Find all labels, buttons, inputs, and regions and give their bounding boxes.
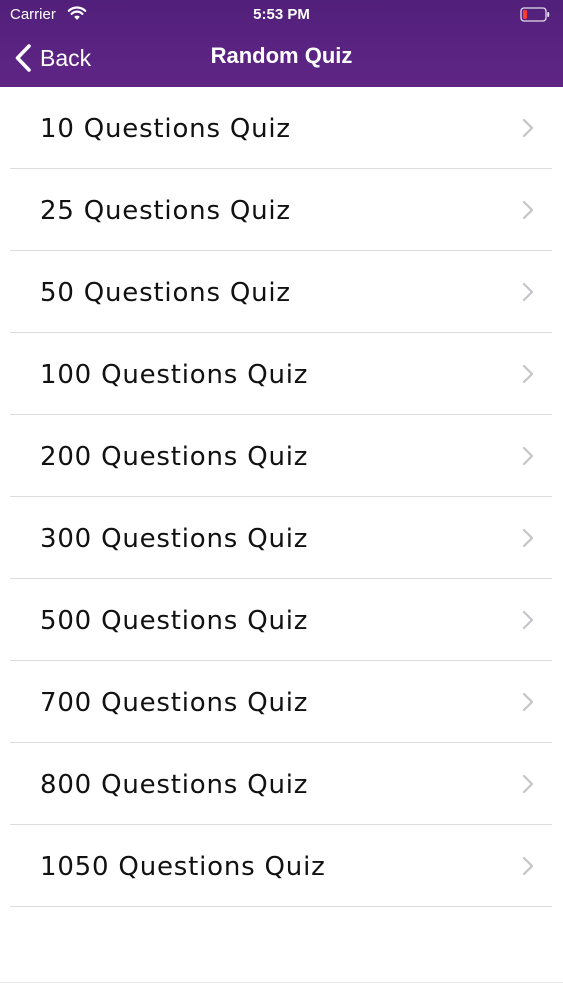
list-item-label: 100 Questions Quiz	[40, 360, 309, 390]
list-item-label: 1050 Questions Quiz	[40, 852, 326, 882]
chevron-right-icon	[522, 692, 534, 712]
list-item-label: 500 Questions Quiz	[40, 606, 309, 636]
status-bar: Carrier 5:53 PM	[0, 0, 563, 30]
page-title: Random Quiz	[210, 43, 353, 68]
chevron-right-icon	[522, 282, 534, 302]
list-item-label: 25 Questions Quiz	[40, 196, 291, 226]
list-item-50-questions[interactable]: 50 Questions Quiz	[10, 251, 552, 333]
list-item-label: 300 Questions Quiz	[40, 524, 309, 554]
battery-icon	[520, 7, 550, 22]
list-item-label: 50 Questions Quiz	[40, 278, 291, 308]
list-item-label: 800 Questions Quiz	[40, 770, 309, 800]
quiz-list: 10 Questions Quiz 25 Questions Quiz 50 Q…	[0, 87, 563, 907]
chevron-right-icon	[522, 200, 534, 220]
list-item-700-questions[interactable]: 700 Questions Quiz	[10, 661, 552, 743]
list-item-label: 200 Questions Quiz	[40, 442, 309, 472]
list-item-200-questions[interactable]: 200 Questions Quiz	[10, 415, 552, 497]
status-time: 5:53 PM	[253, 6, 310, 23]
chevron-right-icon	[522, 610, 534, 630]
list-item-100-questions[interactable]: 100 Questions Quiz	[10, 333, 552, 415]
list-item-label: 700 Questions Quiz	[40, 688, 309, 718]
navigation-bar: Back Random Quiz	[0, 30, 563, 87]
chevron-right-icon	[522, 364, 534, 384]
chevron-right-icon	[522, 118, 534, 138]
list-item-1050-questions[interactable]: 1050 Questions Quiz	[10, 825, 552, 907]
list-item-300-questions[interactable]: 300 Questions Quiz	[10, 497, 552, 579]
bottom-divider	[0, 982, 563, 983]
chevron-right-icon	[522, 528, 534, 548]
chevron-right-icon	[522, 856, 534, 876]
list-item-10-questions[interactable]: 10 Questions Quiz	[10, 87, 552, 169]
top-bar: Carrier 5:53 PM Back Random Quiz	[0, 0, 563, 87]
list-item-25-questions[interactable]: 25 Questions Quiz	[10, 169, 552, 251]
list-item-500-questions[interactable]: 500 Questions Quiz	[10, 579, 552, 661]
chevron-right-icon	[522, 446, 534, 466]
list-item-label: 10 Questions Quiz	[40, 114, 291, 144]
chevron-right-icon	[522, 774, 534, 794]
list-item-800-questions[interactable]: 800 Questions Quiz	[10, 743, 552, 825]
